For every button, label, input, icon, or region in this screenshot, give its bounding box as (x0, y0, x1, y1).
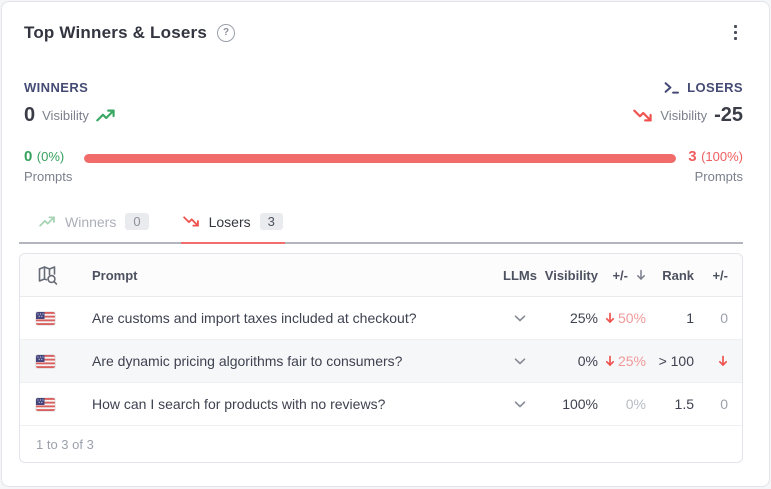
pagination-summary: 1 to 3 of 3 (20, 426, 742, 462)
rank-change (694, 355, 728, 367)
column-header-change: +/- (598, 268, 646, 283)
losers-prompts-label: Prompts (688, 169, 743, 184)
rank-change-value: 0 (720, 396, 728, 412)
visibility-change-value: 0% (626, 396, 646, 412)
prompt-text: Are customs and import taxes included at… (76, 310, 498, 326)
summary-section: WINNERS 0 Visibility LOSERS (2, 44, 769, 127)
prompt-text: How can I search for products with no re… (76, 396, 498, 412)
widget-header: Top Winners & Losers ? (2, 2, 769, 44)
losers-summary: LOSERS Visibility -25 (633, 80, 743, 127)
winners-visibility-value: 0 (24, 104, 35, 127)
terminal-prompt-icon (664, 81, 679, 94)
tab-bar: Winners 0 Losers 3 (19, 209, 743, 244)
tab-losers-label: Losers (209, 214, 251, 230)
column-header-llms: LLMs (498, 268, 542, 283)
chevron-down-icon[interactable] (510, 311, 530, 326)
us-flag-icon (36, 312, 55, 325)
prompt-text: Are dynamic pricing algorithms fair to c… (76, 353, 498, 369)
tab-winners-label: Winners (65, 214, 116, 230)
visibility-change: 50% (598, 310, 646, 326)
trend-up-icon (96, 109, 116, 122)
visibility-change: 25% (598, 353, 646, 369)
losers-visibility-label: Visibility (660, 108, 707, 123)
rank-change: 0 (694, 396, 728, 412)
tab-winners-count-badge: 0 (125, 213, 148, 230)
rank-value: 1 (646, 310, 694, 326)
us-flag-icon (36, 355, 55, 368)
prompts-split-section: 0 (0%) Prompts 3 (100%) Prompts (2, 127, 769, 184)
table-header-row: Prompt LLMs Visibility +/- Rank +/- (20, 254, 742, 297)
change-header-label: +/- (612, 268, 628, 283)
winners-prompts-label: Prompts (24, 169, 72, 184)
losers-bar-segment (84, 154, 676, 163)
table-row[interactable]: Are dynamic pricing algorithms fair to c… (20, 340, 742, 383)
table-body: Are customs and import taxes included at… (20, 297, 742, 426)
rank-change: 0 (694, 310, 728, 326)
table-row[interactable]: How can I search for products with no re… (20, 383, 742, 426)
winners-visibility-label: Visibility (42, 108, 89, 123)
map-search-icon (36, 264, 76, 286)
arrow-down-icon (718, 355, 728, 367)
sort-desc-icon[interactable] (636, 269, 646, 281)
trend-up-icon (39, 216, 56, 227)
arrow-down-icon (605, 312, 615, 324)
tab-losers[interactable]: Losers 3 (181, 209, 285, 244)
trend-down-icon (633, 109, 653, 122)
column-header-rank-change: +/- (694, 268, 728, 283)
losers-label: LOSERS (687, 80, 743, 95)
losers-prompts-stat: 3 (100%) Prompts (688, 148, 743, 184)
page-title: Top Winners & Losers (24, 23, 207, 43)
visibility-change-value: 25% (618, 353, 646, 369)
rank-change-value: 0 (720, 310, 728, 326)
prompts-table: Prompt LLMs Visibility +/- Rank +/- (19, 253, 743, 463)
visibility-value: 0% (542, 353, 598, 369)
prompts-progress-bar (84, 154, 676, 163)
chevron-down-icon[interactable] (510, 397, 530, 412)
winners-prompts-percent: (0%) (37, 149, 64, 164)
us-flag-icon (36, 398, 55, 411)
winners-prompts-stat: 0 (0%) Prompts (24, 148, 72, 184)
trend-down-icon (183, 216, 200, 227)
visibility-change: 0% (598, 396, 646, 412)
table-row[interactable]: Are customs and import taxes included at… (20, 297, 742, 340)
tab-winners[interactable]: Winners 0 (37, 209, 151, 244)
rank-value: 1.5 (646, 396, 694, 412)
kebab-menu-icon[interactable] (728, 21, 743, 44)
help-icon[interactable]: ? (217, 24, 235, 42)
losers-prompts-count: 3 (688, 148, 696, 165)
visibility-value: 100% (542, 396, 598, 412)
column-header-visibility: Visibility (542, 268, 598, 283)
visibility-change-value: 50% (618, 310, 646, 326)
column-header-prompt: Prompt (76, 268, 498, 283)
rank-value: > 100 (646, 353, 694, 369)
chevron-down-icon[interactable] (510, 354, 530, 369)
winners-summary: WINNERS 0 Visibility (24, 80, 116, 127)
winners-label: WINNERS (24, 80, 116, 95)
losers-prompts-percent: (100%) (701, 149, 743, 164)
top-winners-losers-widget: Top Winners & Losers ? WINNERS 0 Visibil… (1, 1, 770, 487)
losers-visibility-value: -25 (714, 104, 743, 127)
column-header-rank: Rank (646, 268, 694, 283)
arrow-down-icon (605, 355, 615, 367)
winners-prompts-count: 0 (24, 148, 32, 165)
tab-losers-count-badge: 3 (260, 213, 283, 230)
visibility-value: 25% (542, 310, 598, 326)
